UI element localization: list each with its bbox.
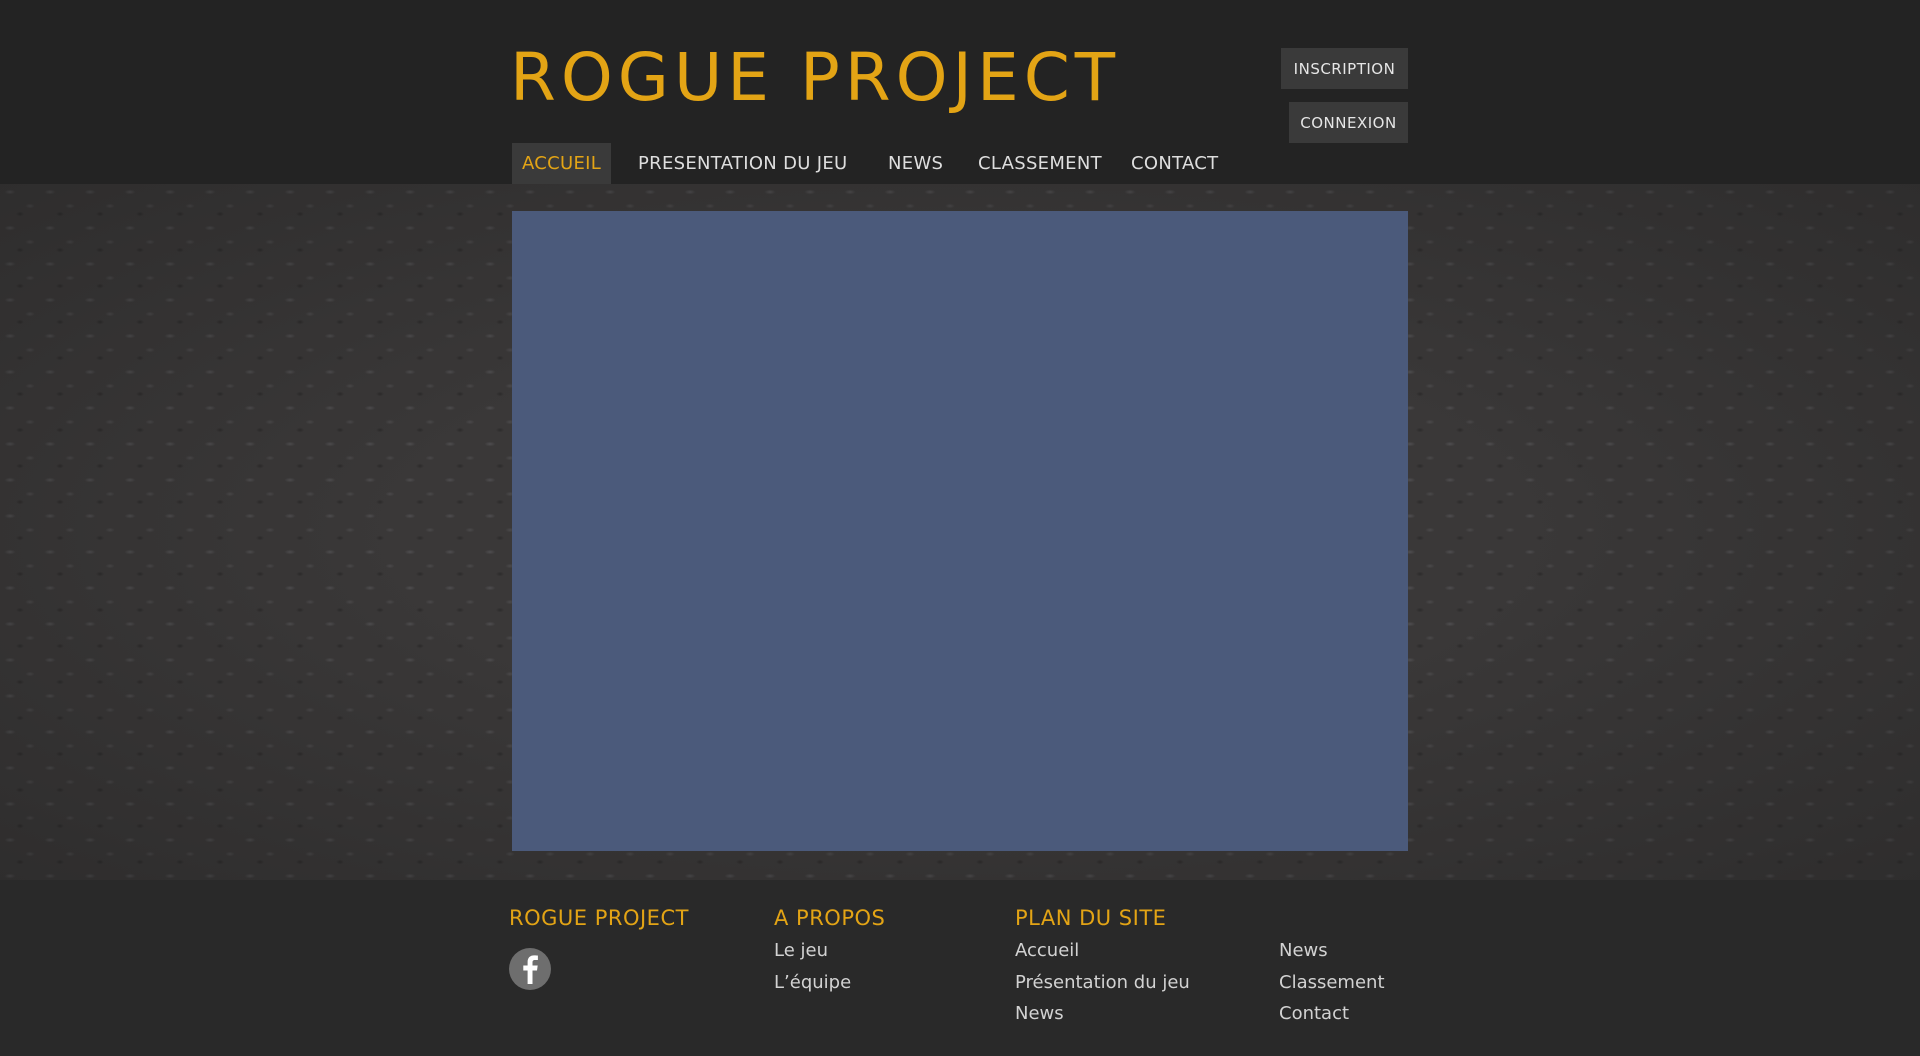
connexion-button[interactable]: CONNEXION [1289,102,1408,143]
footer-link-news[interactable]: News [1015,1003,1064,1024]
nav-item-presentation-du-jeu[interactable]: PRESENTATION DU JEU [638,143,847,184]
footer-about-heading: A PROPOS [774,906,886,930]
facebook-icon[interactable] [509,948,551,990]
main-content [0,184,1920,880]
nav-item-classement[interactable]: CLASSEMENT [978,143,1102,184]
nav-item-accueil[interactable]: ACCUEIL [512,143,612,184]
site-title[interactable]: ROGUE PROJECT [510,38,1120,118]
footer-link-accueil[interactable]: Accueil [1015,940,1079,961]
nav-item-contact[interactable]: CONTACT [1131,143,1218,184]
nav-item-news[interactable]: NEWS [888,143,943,184]
footer-link-presentation-du-jeu[interactable]: Présentation du jeu [1015,972,1190,993]
footer-brand-heading: ROGUE PROJECT [509,906,689,930]
site-header: ROGUE PROJECT INSCRIPTION CONNEXION ACCU… [0,0,1920,184]
footer-sitemap-heading: PLAN DU SITE [1015,906,1167,930]
footer-link-equipe[interactable]: L’équipe [774,972,851,993]
site-footer: ROGUE PROJECT A PROPOS Le jeu L’équipe P… [0,880,1920,1056]
slideshow-banner[interactable] [512,211,1408,851]
footer-link-le-jeu[interactable]: Le jeu [774,940,828,961]
footer-link-news[interactable]: News [1279,940,1328,961]
inscription-button[interactable]: INSCRIPTION [1281,48,1408,89]
footer-link-classement[interactable]: Classement [1279,972,1385,993]
footer-link-contact[interactable]: Contact [1279,1003,1349,1024]
